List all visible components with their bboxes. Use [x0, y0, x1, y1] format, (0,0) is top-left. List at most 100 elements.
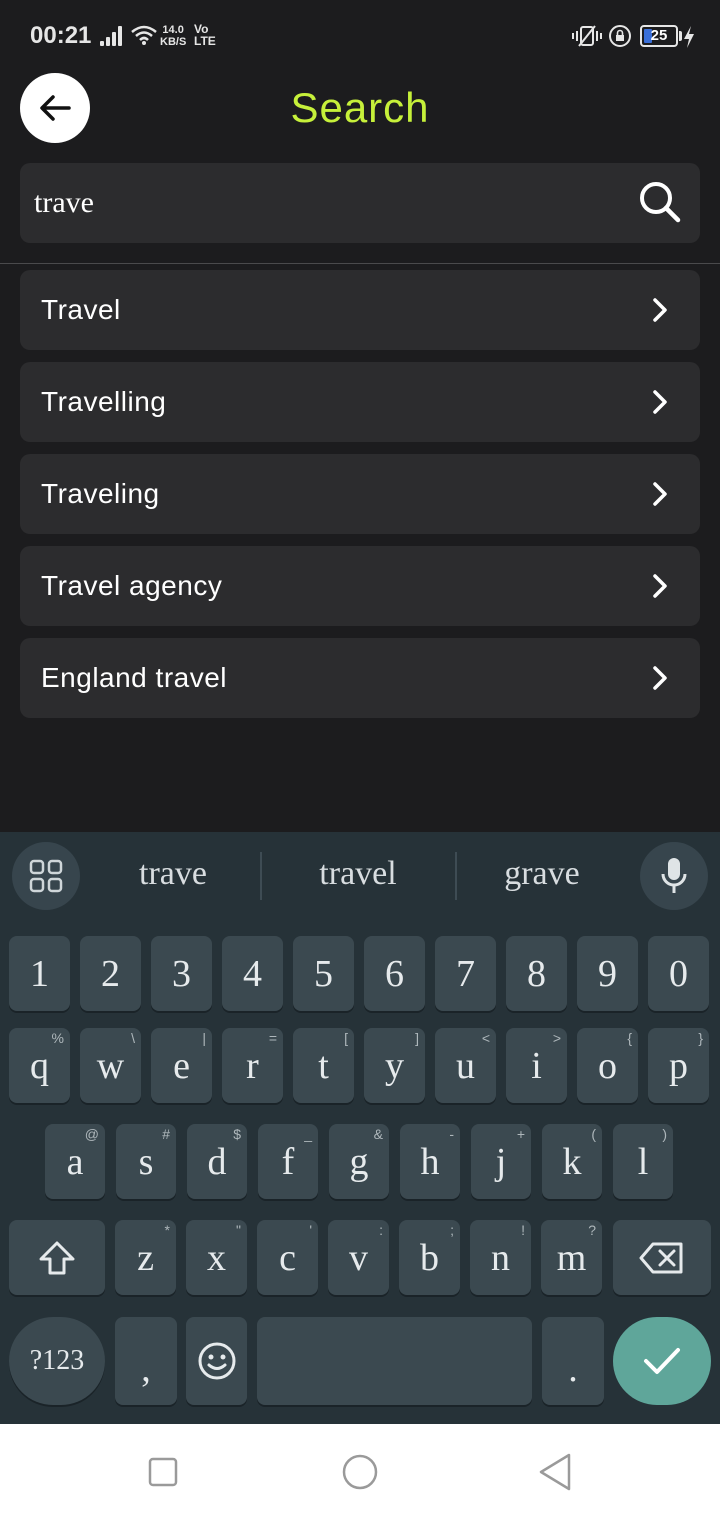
- letter-key[interactable]: w \: [80, 1028, 141, 1103]
- key-hint: $: [233, 1126, 241, 1142]
- letter-key[interactable]: x ": [186, 1220, 247, 1295]
- suggestion-item[interactable]: England travel: [20, 638, 700, 718]
- key-hint: ;: [450, 1222, 454, 1238]
- charging-icon: [684, 26, 694, 48]
- letter-key[interactable]: i >: [506, 1028, 567, 1103]
- key-label: g: [349, 1140, 369, 1183]
- emoji-key[interactable]: [186, 1317, 247, 1405]
- shift-key[interactable]: [9, 1220, 105, 1295]
- keyboard-suggestion[interactable]: trave: [83, 852, 263, 900]
- keyboard-menu-button[interactable]: [12, 842, 80, 910]
- number-key[interactable]: 7: [435, 936, 496, 1011]
- key-label: r: [246, 1044, 259, 1087]
- key-label: 4: [243, 952, 262, 995]
- letter-key[interactable]: s #: [116, 1124, 176, 1199]
- suggestion-item[interactable]: Travelling: [20, 362, 700, 442]
- letter-key[interactable]: b;: [399, 1220, 460, 1295]
- number-key[interactable]: 9: [577, 936, 638, 1011]
- letter-key[interactable]: z *: [115, 1220, 176, 1295]
- suggestion-item[interactable]: Travel: [20, 270, 700, 350]
- voice-input-button[interactable]: [640, 842, 708, 910]
- nav-back-icon[interactable]: [537, 1452, 573, 1492]
- suggestion-label: Travelling: [41, 386, 167, 417]
- backspace-icon: [639, 1242, 683, 1273]
- key-hint: {: [627, 1030, 632, 1046]
- letter-key[interactable]: m?: [541, 1220, 602, 1295]
- key-hint: <: [481, 1030, 490, 1046]
- done-key[interactable]: [613, 1317, 711, 1405]
- period-key[interactable]: .: [542, 1317, 604, 1405]
- divider: [0, 263, 720, 264]
- number-key[interactable]: 6: [364, 936, 425, 1011]
- number-key[interactable]: 1: [9, 936, 70, 1011]
- letter-key[interactable]: d $: [187, 1124, 247, 1199]
- letter-key[interactable]: v:: [328, 1220, 389, 1295]
- number-key[interactable]: 8: [506, 936, 567, 1011]
- key-hint: !: [521, 1222, 525, 1238]
- recent-apps-icon[interactable]: [148, 1457, 178, 1487]
- letter-key[interactable]: j +: [471, 1124, 531, 1199]
- key-hint: _: [304, 1126, 312, 1142]
- search-input[interactable]: [34, 163, 624, 243]
- space-key[interactable]: [257, 1317, 532, 1405]
- key-hint: -: [449, 1126, 454, 1142]
- key-label: k: [562, 1140, 582, 1183]
- letter-key[interactable]: u <: [435, 1028, 496, 1103]
- chevron-right-icon: [653, 666, 667, 690]
- letter-key[interactable]: q%: [9, 1028, 70, 1103]
- backspace-key[interactable]: [613, 1220, 711, 1295]
- letter-key[interactable]: r =: [222, 1028, 283, 1103]
- number-key[interactable]: 5: [293, 936, 354, 1011]
- key-label: z: [137, 1236, 154, 1279]
- keyboard-suggestion[interactable]: grave: [452, 852, 632, 900]
- key-label: p: [669, 1044, 688, 1087]
- status-time: 00:21: [30, 22, 92, 49]
- key-hint: :: [379, 1222, 383, 1238]
- letter-key[interactable]: o{: [577, 1028, 638, 1103]
- letter-key[interactable]: y]: [364, 1028, 425, 1103]
- letter-key[interactable]: a @: [45, 1124, 105, 1199]
- search-icon[interactable]: [638, 180, 682, 224]
- letter-key[interactable]: h-: [400, 1124, 460, 1199]
- keyboard-suggestion[interactable]: travel: [268, 852, 448, 900]
- suggestion-item[interactable]: Traveling: [20, 454, 700, 534]
- key-label: s: [138, 1140, 154, 1183]
- signal-icon: [100, 26, 122, 46]
- key-label: u: [456, 1044, 475, 1087]
- key-label: m: [556, 1236, 587, 1279]
- suggestion-item[interactable]: Travel agency: [20, 546, 700, 626]
- suggestion-list: Travel Travelling Traveling Travel agenc…: [20, 270, 700, 730]
- letter-key[interactable]: f _: [258, 1124, 318, 1199]
- suggestion-separator: [260, 852, 262, 900]
- letter-key[interactable]: k(: [542, 1124, 602, 1199]
- comma-key[interactable]: ,: [115, 1317, 177, 1405]
- net-speed: 14.0 KB/S: [160, 24, 186, 48]
- number-key[interactable]: 3: [151, 936, 212, 1011]
- vibrate-icon: [572, 25, 602, 47]
- key-label: 6: [385, 952, 404, 995]
- network-lte: LTE: [194, 34, 216, 48]
- key-label: e: [173, 1044, 190, 1087]
- key-label: l: [637, 1140, 649, 1183]
- number-key[interactable]: 2: [80, 936, 141, 1011]
- key-hint: [: [344, 1030, 348, 1046]
- key-hint: +: [516, 1126, 525, 1142]
- home-icon[interactable]: [341, 1453, 379, 1491]
- letter-key[interactable]: e |: [151, 1028, 212, 1103]
- letter-key[interactable]: t[: [293, 1028, 354, 1103]
- symbols-key[interactable]: ?123: [9, 1317, 105, 1405]
- letter-key[interactable]: c ': [257, 1220, 318, 1295]
- key-label: 0: [669, 952, 688, 995]
- letter-key[interactable]: g &: [329, 1124, 389, 1199]
- search-box[interactable]: [20, 163, 700, 243]
- key-hint: ): [662, 1126, 667, 1142]
- letter-key[interactable]: l): [613, 1124, 673, 1199]
- key-label: 8: [527, 952, 546, 995]
- letter-key[interactable]: p}: [648, 1028, 709, 1103]
- key-label: i: [531, 1044, 542, 1087]
- number-key[interactable]: 4: [222, 936, 283, 1011]
- number-key[interactable]: 0: [648, 936, 709, 1011]
- suggestion-label: Travel agency: [41, 570, 223, 601]
- key-hint: ]: [415, 1030, 419, 1046]
- letter-key[interactable]: n!: [470, 1220, 531, 1295]
